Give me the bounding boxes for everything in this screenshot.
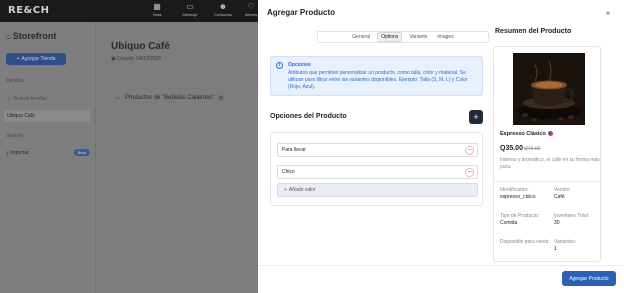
option-value-field[interactable]: Chico − [277,165,478,179]
tab-variants[interactable]: Variants [406,33,430,41]
summary-card: Espresso Clásico Q35.00 Q45.00 Intenso y… [493,46,601,262]
created-label: Creado: 04/12/2025 [117,56,162,62]
meta-key: Disponible para venta: [500,239,550,245]
sidebar-brand: ⌂ Storefront [6,31,56,41]
beta-badge: Beta [73,149,90,156]
status-dot-icon [547,131,553,137]
search-placeholder: Buscar tiendas [13,96,47,102]
meta-value: Café [554,194,565,200]
meta-key: Tipo de Producto: [500,213,540,219]
store-title: Ubiquo Café [111,41,170,52]
meta-value: espresso_clsico [500,194,536,200]
add-store-label: Agregar Tienda [21,56,56,62]
add-option-button[interactable]: + [469,110,483,124]
plus-icon: + [16,56,20,62]
meta-value: 30 [554,220,560,226]
remove-value-button[interactable]: − [465,146,474,155]
add-product-button[interactable]: Agregar Producto [562,271,616,286]
meta-value: Comida [500,220,518,226]
import-label: Importar [10,149,29,156]
product-name-text: Espresso Clásico [500,131,546,137]
meta-value: 1 [554,246,557,252]
plus-icon: + [284,187,287,193]
options-title: Opciones del Producto [270,113,347,120]
remove-value-button[interactable]: − [465,168,474,177]
option-card: Para llevar − Chico − + Añadir valor [270,132,483,206]
info-title: Opciones [288,62,311,68]
coffee-cup-image [513,53,585,125]
product-old-price: Q45.00 [524,146,541,152]
info-icon: i [276,62,283,69]
add-product-modal: Agregar Producto × General Options Varia… [258,0,624,293]
tab-general[interactable]: General [349,33,373,41]
nav-label: Contactos [213,12,232,17]
import-button[interactable]: ⤓ Importar Beta [6,149,90,156]
grid-view-icon[interactable]: ▦ [219,95,224,101]
add-value-button[interactable]: + Añadir valor [277,183,478,197]
tab-images[interactable]: Images [434,33,456,41]
manage-section-label: Gestión [6,133,24,139]
store-search-input[interactable]: ⌕ Buscar tiendas [4,94,90,104]
products-heading: Productos de "Bebidas Calientes" [125,95,215,101]
back-arrow-icon[interactable]: ← [115,95,121,101]
import-icon: ⤓ [6,149,9,156]
store-created-date: ▣ Creado: 04/12/2025 [111,56,161,62]
meta-product-type: Tipo de Producto: Comida [500,213,539,227]
sidebar-item-store[interactable]: Ubiquo Café [4,110,90,122]
info-text: Atributos que permiten personalizar un p… [288,70,468,90]
meta-vendor: Vendor: Café [554,187,571,201]
nav-item-contactos[interactable]: ☻ Contactos [208,2,238,18]
products-header: ← Productos de "Bebidas Calientes" ▦ [104,90,264,106]
stores-section-label: Tiendas [6,78,24,84]
meta-key: Identificador: [500,187,529,193]
product-description: Intenso y aromático, el café en su forma… [500,157,600,170]
summary-divider [494,181,600,182]
meta-available: Disponible para venta: [500,239,550,246]
meta-variants: Variantes: 1 [554,239,576,253]
search-icon: ⌕ [8,96,11,102]
meta-key: Vendor: [554,187,572,193]
tab-options[interactable]: Options [377,32,403,42]
modal-footer-divider [258,265,624,266]
close-icon[interactable]: × [604,10,612,18]
store-icon: ⌂ [6,32,11,41]
add-value-label: Añadir valor [288,187,316,193]
option-value-text: Chico [282,169,295,175]
contacts-icon: ☻ [218,2,228,11]
grid-icon: ▦ [153,2,161,11]
product-price: Q35.00 [500,145,523,152]
meta-inventory: Inventario Total: 30 [554,213,589,227]
modal-title: Agregar Producto [267,8,336,17]
calendar-icon: ▣ [111,56,116,62]
product-name: Espresso Clásico [500,131,553,137]
product-image [513,53,585,125]
meta-key: Inventario Total: [554,213,590,219]
option-value-text: Para llevar [282,147,306,153]
nav-label: Vista [152,12,162,17]
add-store-button[interactable]: + Agregar Tienda [6,53,66,65]
options-info-box: i Opciones Atributos que permiten person… [270,56,483,96]
message-icon: ▭ [186,2,194,11]
summary-title: Resumen del Producto [495,28,572,35]
option-value-field[interactable]: Para llevar − [277,143,478,157]
nav-item-mensaje[interactable]: ▭ Mensaje [175,2,205,18]
nav-label: Mensaje [182,12,198,17]
brand-label: Storefront [12,31,57,41]
nav-item-vista[interactable]: ▦ Vista [142,2,172,18]
product-tabs: General Options Variants Images [317,31,489,43]
meta-identifier: Identificador: espresso_clsico [500,187,536,201]
product-summary-panel: Resumen del Producto Espresso Clásico Q3… [490,24,606,262]
app-logo[interactable]: RE&CH [8,5,49,16]
meta-key: Variantes: [554,239,577,245]
sidebar: ⌂ Storefront + Agregar Tienda Tiendas ⌕ B… [0,22,96,293]
